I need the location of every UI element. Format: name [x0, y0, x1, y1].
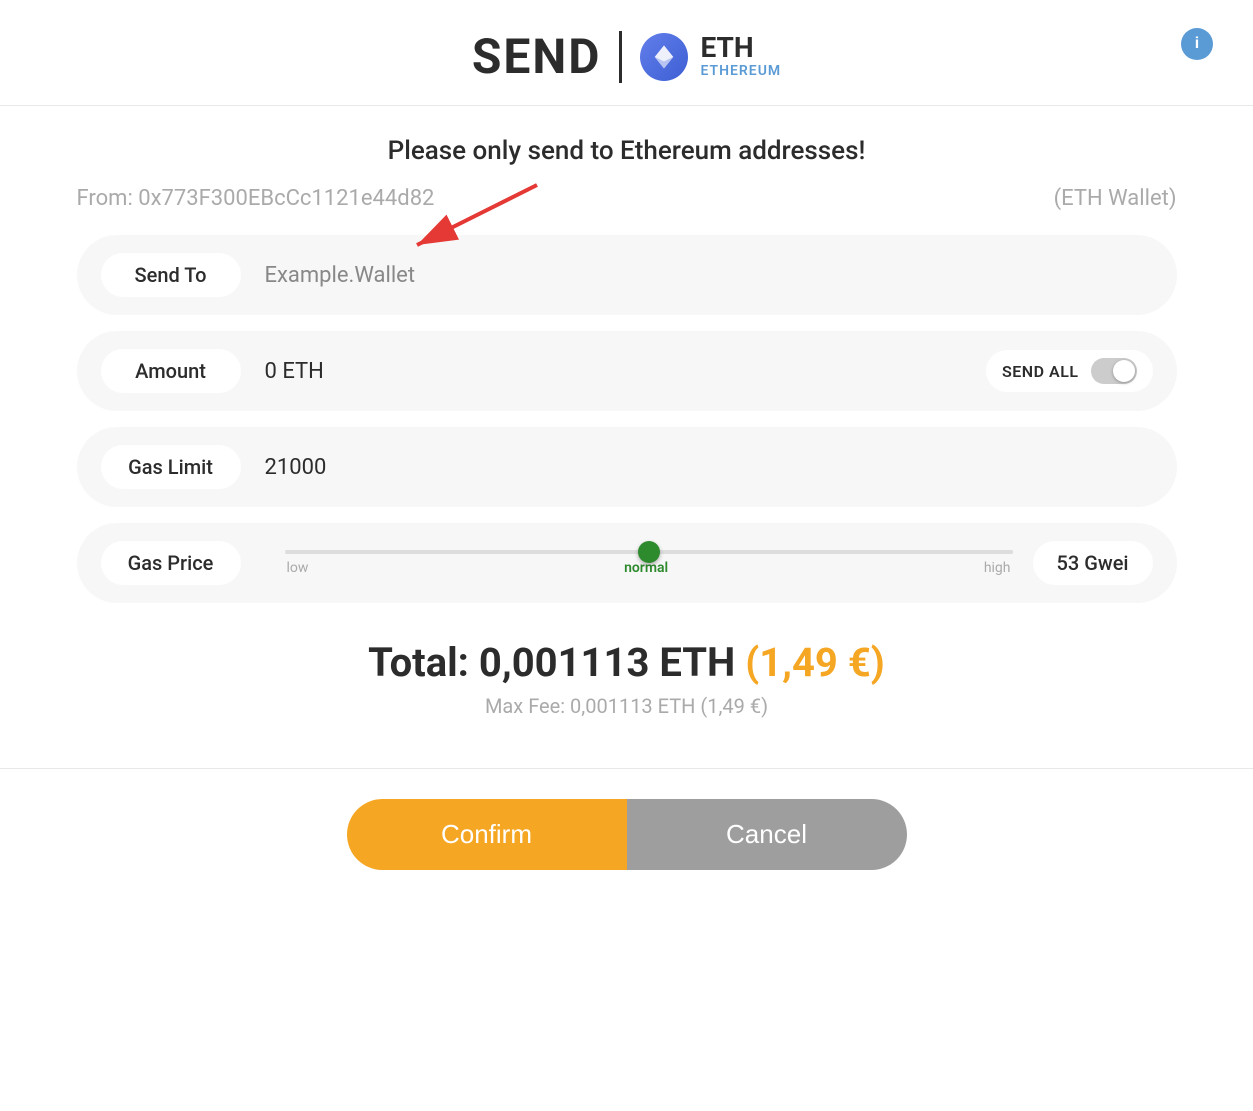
- info-icon: i: [1195, 35, 1199, 53]
- gas-limit-row: Gas Limit 21000: [77, 427, 1177, 507]
- high-label: high: [984, 560, 1011, 576]
- eth-sub-label: ETHEREUM: [700, 64, 781, 79]
- send-all-label: SEND ALL: [1002, 362, 1078, 381]
- total-section: Total: 0,001113 ETH (1,49 €) Max Fee: 0,…: [77, 619, 1177, 728]
- from-row: From: 0x773F300EBcCc1121e44d82 (ETH Wall…: [77, 186, 1177, 211]
- total-fiat-value: (1,49 €): [745, 639, 885, 686]
- main-content: Please only send to Ethereum addresses! …: [37, 106, 1217, 758]
- gas-limit-label: Gas Limit: [101, 445, 241, 489]
- buttons-row: Confirm Cancel: [347, 799, 907, 900]
- title-divider: [619, 31, 622, 83]
- send-to-input[interactable]: Example.Wallet: [265, 263, 1153, 288]
- max-fee: Max Fee: 0,001113 ETH (1,49 €): [77, 694, 1177, 718]
- gas-price-value: 53 Gwei: [1033, 541, 1153, 585]
- send-title: SEND: [472, 28, 602, 85]
- total-eth-value: 0,001113 ETH: [479, 639, 745, 686]
- slider-thumb[interactable]: [638, 541, 660, 563]
- send-all-toggle[interactable]: [1091, 358, 1137, 384]
- page-header: SEND ETH ETHEREUM i: [0, 0, 1253, 106]
- warning-text: Please only send to Ethereum addresses!: [77, 136, 1177, 166]
- gas-limit-value[interactable]: 21000: [265, 455, 1153, 480]
- from-address: From: 0x773F300EBcCc1121e44d82: [77, 186, 435, 211]
- eth-label-group: ETH ETHEREUM: [700, 33, 781, 79]
- bottom-divider: [0, 768, 1253, 769]
- low-label: low: [287, 560, 309, 576]
- gas-price-row: Gas Price low normal high 53 Gwei: [77, 523, 1177, 603]
- send-to-row: Send To Example.Wallet: [77, 235, 1177, 315]
- gas-price-label: Gas Price: [101, 541, 241, 585]
- slider-track[interactable]: [285, 550, 1013, 554]
- info-button[interactable]: i: [1181, 28, 1213, 60]
- send-to-label: Send To: [101, 253, 241, 297]
- gas-slider-container: low normal high: [265, 550, 1033, 576]
- title-group: SEND ETH ETHEREUM: [472, 28, 781, 85]
- send-all-container: SEND ALL: [986, 350, 1152, 392]
- eth-main-label: ETH: [700, 33, 781, 64]
- eth-logo-icon: [640, 33, 688, 81]
- confirm-button[interactable]: Confirm: [347, 799, 627, 870]
- amount-label: Amount: [101, 349, 241, 393]
- amount-row: Amount 0 ETH SEND ALL: [77, 331, 1177, 411]
- total-main: Total: 0,001113 ETH (1,49 €): [77, 639, 1177, 686]
- total-label: Total:: [368, 639, 479, 686]
- amount-value[interactable]: 0 ETH: [265, 359, 987, 384]
- cancel-button[interactable]: Cancel: [627, 799, 907, 870]
- wallet-label: (ETH Wallet): [1054, 186, 1177, 211]
